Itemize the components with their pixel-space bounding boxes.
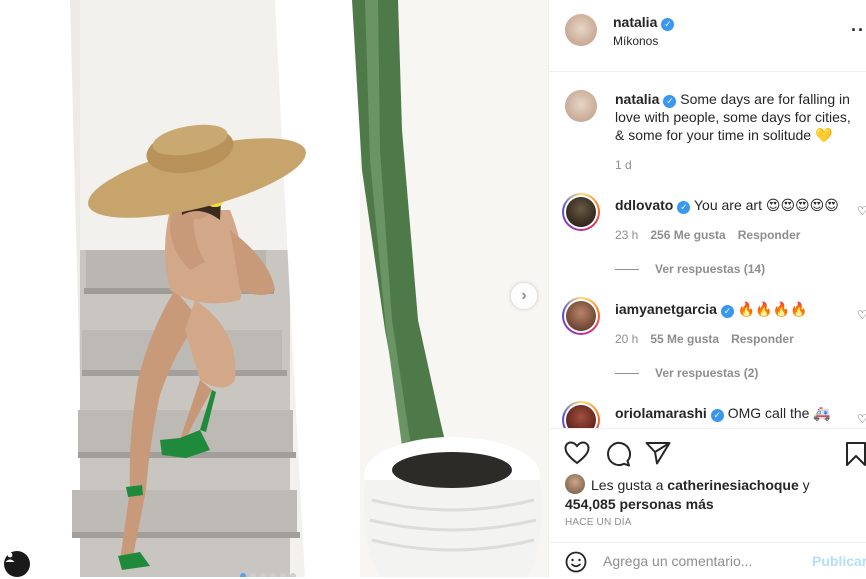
photo-illustration: [0, 0, 548, 577]
author-avatar[interactable]: [565, 14, 597, 46]
instagram-post: › natalia ✓ Míkonos ···: [0, 0, 866, 577]
verified-badge-icon: ✓: [661, 18, 675, 31]
comment-time[interactable]: 23 h: [615, 228, 638, 242]
view-replies-button[interactable]: Ver respuestas (2): [615, 366, 758, 380]
reply-button[interactable]: Responder: [731, 332, 794, 346]
caption-time[interactable]: 1 d: [615, 158, 632, 172]
comments-list: natalia ✓ Some days are for falling in lo…: [549, 72, 866, 428]
tagged-users-button[interactable]: [4, 551, 30, 577]
comment-username[interactable]: oriolamarashi: [615, 405, 707, 421]
verified-badge-icon: ✓: [720, 305, 734, 318]
carousel-dot: [290, 573, 296, 577]
likes-prefix: Les gusta a: [591, 477, 664, 493]
comment-text: OMG call the 🚑: [727, 405, 831, 421]
comment-time[interactable]: 20 h: [615, 332, 638, 346]
view-replies-button[interactable]: Ver respuestas (14): [615, 262, 765, 276]
comment-input[interactable]: [603, 551, 803, 571]
caption-avatar[interactable]: [565, 90, 597, 122]
comment-likes[interactable]: 55 Me gusta: [650, 332, 719, 346]
likes-others[interactable]: 454,085 personas más: [565, 496, 714, 512]
comment-text: 🔥🔥🔥🔥: [737, 301, 808, 317]
comment-like-heart-icon[interactable]: ♡: [857, 308, 866, 322]
post-side-panel: natalia✓ Míkonos ··· natalia✓ Some days …: [548, 0, 866, 577]
person-icon: [5, 552, 15, 562]
carousel-dot: [250, 573, 256, 577]
likes-connector: y: [802, 477, 810, 493]
carousel-dot: [240, 573, 246, 577]
comment-like-heart-icon[interactable]: ♡: [857, 204, 866, 218]
comment-avatar[interactable]: [562, 401, 600, 428]
author-username[interactable]: natalia: [613, 14, 657, 30]
comment: oriolamarashi ✓ OMG call the 🚑: [615, 405, 831, 422]
verified-badge-icon: ✓: [710, 409, 724, 422]
caption: natalia ✓ Some days are for falling in lo…: [615, 90, 861, 144]
comment-icon[interactable]: [605, 441, 631, 467]
post-actions: Les gusta a catherinesiachoque y 454,085…: [549, 428, 866, 578]
carousel-dot: [280, 573, 286, 577]
comment-likes[interactable]: 256 Me gusta: [650, 228, 725, 242]
comment-username[interactable]: iamyanetgarcia: [615, 301, 717, 317]
comment-text: You are art 😍😍😍😍😍: [693, 197, 839, 213]
likes-summary: Les gusta a catherinesiachoque y 454,085…: [565, 474, 855, 514]
comment: ddlovato ✓ You are art 😍😍😍😍😍: [615, 197, 839, 214]
more-options-icon[interactable]: ···: [851, 20, 866, 41]
comment-avatar[interactable]: [562, 193, 600, 231]
comment-meta: 20 h 55 Me gusta Responder: [615, 332, 794, 346]
smiley-icon[interactable]: [565, 551, 587, 573]
author-name-row: natalia ✓: [613, 14, 675, 31]
add-comment-bar: Publicar: [549, 542, 866, 579]
carousel-indicator: [240, 573, 296, 577]
post-header: natalia ✓ Míkonos ···: [549, 0, 866, 72]
chevron-right-icon: ›: [521, 287, 527, 304]
reply-button[interactable]: Responder: [738, 228, 801, 242]
post-timestamp[interactable]: Hace un día: [565, 517, 632, 528]
comment-username[interactable]: ddlovato: [615, 197, 673, 213]
publish-button[interactable]: Publicar: [812, 553, 866, 569]
heart-icon[interactable]: [564, 441, 590, 465]
post-photo[interactable]: ›: [0, 0, 548, 577]
carousel-next-button[interactable]: ›: [511, 283, 537, 309]
caption-username[interactable]: natalia: [615, 91, 659, 107]
comment-meta: 23 h 256 Me gusta Responder: [615, 228, 800, 242]
bookmark-icon[interactable]: [845, 441, 866, 467]
carousel-dot: [260, 573, 266, 577]
comment-avatar[interactable]: [562, 297, 600, 335]
liker-username[interactable]: catherinesiachoque: [667, 477, 799, 493]
carousel-dot: [270, 573, 276, 577]
verified-badge-icon: ✓: [663, 95, 677, 108]
paper-plane-icon[interactable]: [645, 441, 671, 465]
liker-avatar[interactable]: [565, 474, 585, 494]
post-location[interactable]: Míkonos: [613, 34, 658, 48]
comment: iamyanetgarcia ✓ 🔥🔥🔥🔥: [615, 301, 808, 318]
comment-like-heart-icon[interactable]: ♡: [857, 412, 866, 426]
verified-badge-icon: ✓: [677, 201, 691, 214]
